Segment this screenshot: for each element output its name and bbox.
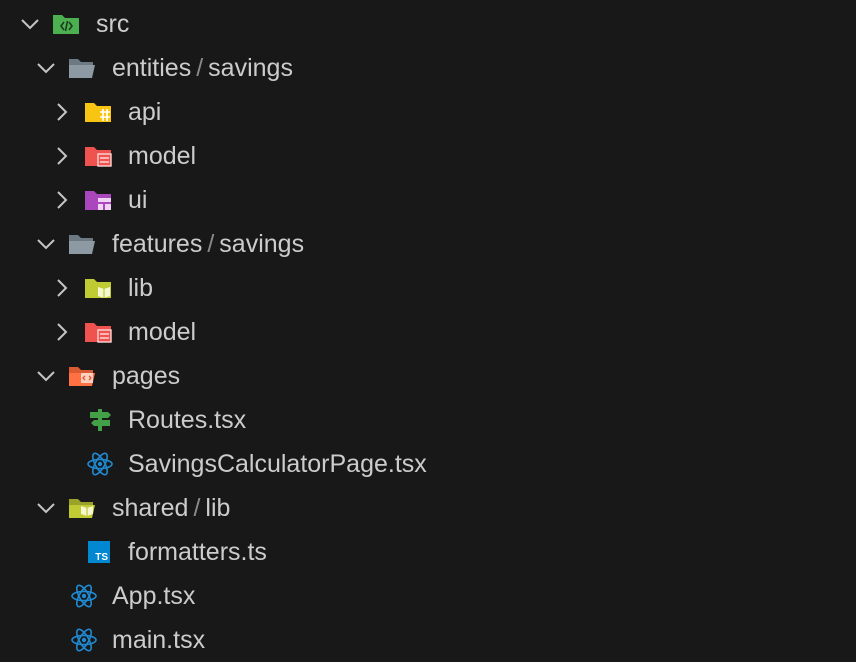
tree-item-label: main.tsx xyxy=(112,626,206,654)
react-file-icon xyxy=(71,584,97,608)
chevron-right-icon[interactable] xyxy=(50,100,74,124)
chevron-right-icon[interactable] xyxy=(50,144,74,168)
chevron-down-icon[interactable] xyxy=(34,496,58,520)
chevron-right-icon[interactable] xyxy=(50,276,74,300)
tree-item-label: src xyxy=(96,10,130,38)
chevron-down-icon[interactable] xyxy=(18,12,42,36)
path-separator: / xyxy=(193,494,201,522)
tree-item-savings-calculator-page-file[interactable]: SavingsCalculatorPage.tsx xyxy=(0,442,856,486)
folder-lib-icon xyxy=(85,279,111,298)
tree-item-formatters-file[interactable]: TS formatters.ts xyxy=(0,530,856,574)
chevron-down-icon[interactable] xyxy=(34,56,58,80)
tree-item-shared-lib[interactable]: shared / lib xyxy=(0,486,856,530)
tree-item-sublabel: lib xyxy=(205,494,231,522)
folder-lib-open-icon xyxy=(69,499,95,518)
tree-item-label: pages xyxy=(112,362,181,390)
chevron-down-icon[interactable] xyxy=(34,232,58,256)
path-separator: / xyxy=(196,54,204,82)
chevron-right-icon[interactable] xyxy=(50,188,74,212)
tree-item-lib[interactable]: lib xyxy=(0,266,856,310)
folder-open-icon xyxy=(69,235,95,254)
react-file-icon xyxy=(87,452,113,476)
tree-item-label: model xyxy=(128,318,197,346)
tree-item-ui[interactable]: ui xyxy=(0,178,856,222)
chevron-right-icon[interactable] xyxy=(50,320,74,344)
ts-badge-text: TS xyxy=(95,552,108,563)
routes-file-icon xyxy=(90,409,111,431)
tree-item-api[interactable]: api xyxy=(0,90,856,134)
typescript-file-icon: TS xyxy=(88,541,110,563)
tree-item-app-file[interactable]: App.tsx xyxy=(0,574,856,618)
tree-item-main-file[interactable]: main.tsx xyxy=(0,618,856,662)
folder-pages-icon xyxy=(69,367,95,386)
tree-item-label: shared xyxy=(112,494,189,522)
tree-item-src[interactable]: src xyxy=(0,2,856,46)
tree-item-model[interactable]: model xyxy=(0,134,856,178)
tree-item-label: Routes.tsx xyxy=(128,406,247,434)
tree-item-label: entities xyxy=(112,54,192,82)
tree-item-label: features xyxy=(112,230,203,258)
tree-item-label: lib xyxy=(128,274,154,302)
react-file-icon xyxy=(71,628,97,652)
path-separator: / xyxy=(207,230,215,258)
tree-item-label: App.tsx xyxy=(112,582,196,610)
folder-open-icon xyxy=(69,59,95,78)
tree-item-label: model xyxy=(128,142,197,170)
tree-item-sublabel: savings xyxy=(219,230,305,258)
tree-item-pages[interactable]: pages xyxy=(0,354,856,398)
folder-model-icon xyxy=(85,147,112,167)
folder-ui-icon xyxy=(85,191,111,210)
tree-item-features-savings[interactable]: features / savings xyxy=(0,222,856,266)
file-explorer-tree: src entities / savings api model ui feat… xyxy=(0,0,856,662)
tree-item-label: SavingsCalculatorPage.tsx xyxy=(128,450,427,478)
folder-api-icon xyxy=(85,103,111,122)
tree-item-model[interactable]: model xyxy=(0,310,856,354)
tree-item-routes-file[interactable]: Routes.tsx xyxy=(0,398,856,442)
tree-item-sublabel: savings xyxy=(208,54,293,82)
tree-item-entities-savings[interactable]: entities / savings xyxy=(0,46,856,90)
folder-model-icon xyxy=(85,323,112,343)
chevron-down-icon[interactable] xyxy=(34,364,58,388)
tree-item-label: api xyxy=(128,98,162,126)
tree-item-label: formatters.ts xyxy=(128,538,267,566)
tree-item-label: ui xyxy=(128,186,148,214)
folder-src-icon xyxy=(53,15,79,34)
